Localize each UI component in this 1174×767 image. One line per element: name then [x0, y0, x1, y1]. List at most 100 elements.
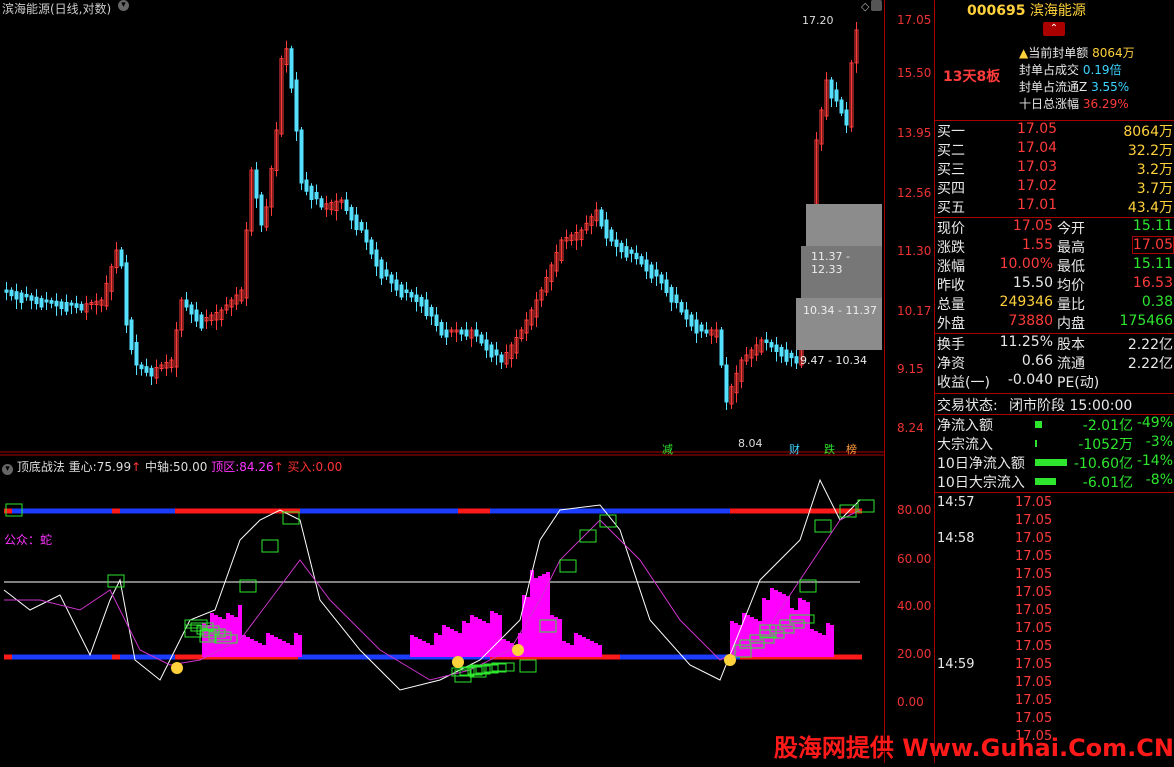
quote-value: 249346	[999, 294, 1053, 310]
flow-pct: -8%	[1145, 472, 1173, 488]
collapse-icon[interactable]: ⌃	[1043, 22, 1065, 36]
tick-price: 17.05	[1015, 495, 1053, 510]
histogram-bar	[806, 602, 810, 657]
candle-body	[499, 354, 504, 363]
histogram-bar	[774, 590, 778, 657]
histogram-bar	[442, 625, 446, 657]
marker-bang[interactable]: 榜	[846, 441, 857, 457]
low-label: 8.04	[738, 437, 763, 450]
tick-price: 17.05	[1015, 531, 1053, 546]
flow-bar	[1035, 459, 1067, 466]
quote-label: 今开	[1057, 221, 1085, 237]
axis-label: 40.00	[897, 599, 932, 613]
marker-cai[interactable]: 财	[789, 441, 800, 457]
order-book-row[interactable]: 买二 17.04 32.2万	[935, 140, 1174, 159]
candle-body	[14, 291, 19, 300]
marker-die[interactable]: 跌	[824, 441, 835, 457]
histogram-bar	[730, 621, 734, 657]
candle-body	[479, 334, 484, 344]
tick-price: 17.05	[1015, 567, 1053, 582]
zhongxin-label: 重心:	[68, 460, 97, 474]
order-book-row[interactable]: 买一 17.05 8064万	[935, 121, 1174, 140]
candle-body	[349, 207, 354, 221]
axis-label: 10.17	[897, 304, 932, 318]
coin-icon	[171, 662, 183, 674]
histogram-bar	[822, 635, 826, 657]
tick-price: 17.05	[1015, 549, 1053, 564]
bid-volume: 8064万	[1123, 124, 1173, 140]
histogram-bar	[246, 637, 250, 657]
candle-body	[669, 287, 674, 303]
seal-amount-value: 8064万	[1092, 46, 1135, 60]
fund-label: 净资	[937, 356, 965, 372]
histogram-bar	[422, 641, 426, 657]
histogram-bar	[298, 635, 302, 657]
signal-box	[519, 659, 537, 673]
flow-value: -6.01亿	[1082, 475, 1133, 491]
histogram-bar	[282, 641, 286, 657]
kline-chart[interactable]	[0, 0, 884, 763]
histogram-bar	[466, 623, 470, 657]
settings-icon[interactable]	[871, 0, 882, 11]
range-label-2: 10.34 - 11.37	[803, 304, 877, 317]
candle-body	[774, 344, 779, 352]
flow-pct: -49%	[1136, 415, 1173, 431]
flow-pct: -3%	[1145, 434, 1173, 450]
histogram-bar	[590, 641, 594, 657]
tick-price: 17.05	[1015, 693, 1053, 708]
histogram-bar	[482, 621, 486, 657]
candle-body	[74, 303, 79, 308]
flow-value: -1052万	[1078, 437, 1133, 453]
flow-bar	[1035, 440, 1037, 447]
histogram-bar	[210, 613, 214, 657]
flow-value: -2.01亿	[1082, 418, 1133, 434]
flow-bar	[1035, 478, 1057, 485]
chart-area[interactable]: 滨海能源(日线,对数) ▾ 17.20 8.04 11.37 - 12.33 1…	[0, 0, 884, 763]
chevron-down-icon[interactable]: ▾	[2, 464, 13, 475]
quote-value: 15.11	[1132, 218, 1173, 234]
candle-body	[434, 314, 439, 326]
signal-box	[559, 559, 577, 573]
candle-body	[64, 302, 69, 312]
candle-body	[424, 299, 429, 316]
histogram-bar	[542, 574, 546, 657]
candle-body	[794, 356, 799, 364]
mairu-label: 买入:	[287, 460, 316, 474]
chevron-down-icon[interactable]: ▾	[118, 0, 129, 11]
histogram-bar	[410, 635, 414, 657]
candle-body	[604, 219, 609, 239]
marker-jian[interactable]: 减	[662, 441, 673, 457]
order-book-row[interactable]: 买五 17.01 43.4万	[935, 197, 1174, 216]
fund-flow-row: 10日净流入额 -10.60亿 -14%	[935, 453, 1174, 472]
candle-body	[769, 342, 774, 348]
candle-body	[724, 364, 729, 403]
quote-value: 15.11	[1132, 256, 1173, 272]
mairu-value: 0.00	[315, 460, 343, 474]
fund-label: 换手	[937, 337, 965, 353]
histogram-bar	[746, 615, 750, 657]
chart-title: 滨海能源(日线,对数)	[2, 2, 112, 16]
dingqu-label: 顶区:	[211, 460, 240, 474]
order-book-row[interactable]: 买三 17.03 3.2万	[935, 159, 1174, 178]
histogram-bar	[810, 629, 814, 657]
histogram-bar	[818, 633, 822, 657]
histogram-bar	[262, 645, 266, 657]
candle-body	[679, 302, 684, 313]
histogram-bar	[254, 641, 258, 657]
histogram-bar	[494, 613, 498, 657]
candle-body	[659, 274, 664, 284]
bid-volume: 3.2万	[1136, 162, 1173, 178]
quote-label: 最低	[1057, 259, 1085, 275]
candle-body	[614, 239, 619, 247]
stock-name: 滨海能源	[1029, 3, 1086, 19]
candle-body	[39, 298, 44, 308]
quote-label: 涨幅	[937, 259, 965, 275]
candle-body	[364, 229, 369, 243]
diamond-icon[interactable]: ◇	[861, 0, 869, 13]
signal-box	[261, 539, 279, 553]
order-book-row[interactable]: 买四 17.02 3.7万	[935, 178, 1174, 197]
candle-body	[704, 329, 709, 334]
candle-body	[644, 259, 649, 272]
candle-body	[464, 329, 469, 337]
fund-flow-row: 10日大宗流入 -6.01亿 -8%	[935, 472, 1174, 491]
